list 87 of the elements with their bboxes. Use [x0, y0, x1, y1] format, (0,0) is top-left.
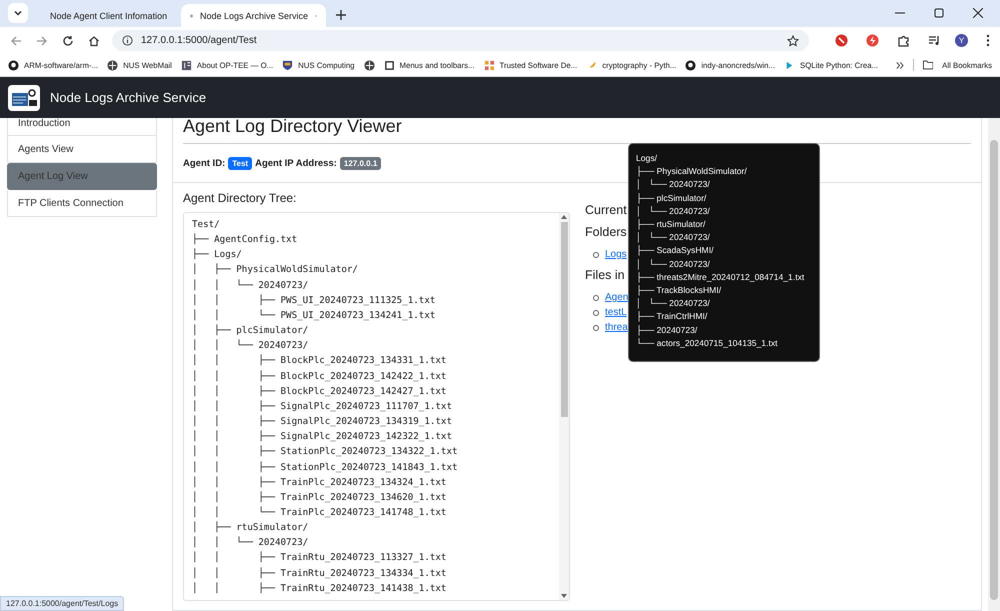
folders-heading: Folders	[585, 225, 627, 239]
shield-icon[interactable]	[282, 60, 294, 70]
home-icon[interactable]	[88, 34, 100, 46]
tooltip-line: ├── ScadaSysHMI/	[636, 244, 714, 258]
folder-icon[interactable]	[922, 60, 934, 70]
tree-heading: Agent Directory Tree:	[183, 191, 298, 205]
tree-line: │ │ ├── TrainRtu_20240723_141438_1.txt	[192, 581, 448, 596]
tree-line: │ │ ├── StationPlc_20240723_134322_1.txt	[192, 444, 459, 460]
media-icon[interactable]	[928, 34, 941, 47]
sidebar-item[interactable]: FTP Clients Connection	[7, 190, 157, 217]
tooltip-line: ├── rtuSimulator/	[636, 218, 706, 232]
maximize-icon[interactable]	[934, 8, 944, 18]
tree-line: │ │ ├── TrainPlc_20240723_134620_1.txt	[192, 490, 448, 505]
tree-line: │ │ ├── TrainRtu_20240723_113327_1.txt	[192, 550, 448, 566]
caret-icon	[13, 8, 23, 18]
extension-icon[interactable]	[866, 34, 879, 47]
tree-line: ├── Logs/	[192, 247, 243, 262]
logo-icon[interactable]	[8, 84, 40, 110]
brand-title[interactable]: Node Logs Archive Service	[50, 90, 206, 105]
forward-icon[interactable]	[36, 34, 48, 46]
tooltip-line: └── actors_20240715_104135_1.txt	[636, 336, 778, 350]
globe-icon[interactable]	[107, 60, 118, 70]
tree-line: │ │ ├── SignalPlc_20240723_111707_1.txt	[192, 399, 453, 414]
tree-line: │ │ ├── BlockPlc_20240723_142422_1.txt	[192, 369, 448, 384]
agent-id-badge: Test	[228, 156, 252, 170]
tree-line: │ │ ├── TrainRtu_20240723_134334_1.txt	[192, 566, 448, 581]
tree-line: Test/	[192, 218, 221, 232]
tooltip-line: │ └── 20240723/	[636, 258, 710, 271]
tooltip-line: │ └── 20240723/	[636, 231, 710, 244]
tree-line: │ │ ├── PWS_UI_20240723_111325_1.txt	[192, 293, 436, 308]
status-url: 127.0.0.1:5000/agent/Test/Logs	[0, 596, 124, 611]
new-tab-icon[interactable]	[336, 10, 346, 20]
tooltip-line: ├── TrackBlocksHMI/	[636, 284, 722, 298]
agent-id-label: Agent ID:	[183, 158, 226, 168]
tree-line: ├── AgentConfig.txt	[192, 232, 298, 248]
back-icon[interactable]	[10, 34, 22, 46]
tree-line: │ │ └── PWS_UI_20240723_134241_1.txt	[192, 308, 436, 323]
extension-icon[interactable]	[835, 34, 848, 47]
tree-line: │ │ └── 20240723/	[192, 278, 310, 293]
scroll-down-icon[interactable]	[561, 594, 567, 598]
tree-line: │ ├── plcSimulator/	[192, 323, 310, 338]
book-icon[interactable]	[180, 60, 192, 70]
tooltip-line: ├── 20240723/	[636, 324, 698, 337]
page-title: Agent Log Directory Viewer	[183, 118, 403, 138]
tree-line: │ │ ├── SignalPlc_20240723_142322_1.txt	[192, 429, 453, 444]
scroll-up-icon[interactable]	[561, 215, 567, 219]
tree-line: │ │ ├── BlockPlc_20240723_134331_1.txt	[192, 353, 448, 368]
globe-icon[interactable]	[364, 60, 375, 70]
tooltip-line: ├── threats2Mitre_20240712_084714_1.txt	[636, 270, 804, 284]
tree-line: │ │ ├── TrainPlc_20240723_134324_1.txt	[192, 475, 448, 490]
file-link[interactable]: threa	[605, 322, 628, 333]
square-icon[interactable]	[384, 60, 395, 70]
close-icon[interactable]	[973, 8, 983, 18]
tree-line: │ │ ├── BlockPlc_20240723_142427_1.txt	[192, 384, 448, 399]
chevron-icon[interactable]	[896, 60, 904, 70]
tree-line: │ │ └── TrainPlc_20240723_141748_1.txt	[192, 505, 448, 520]
sidebar-item[interactable]: Introduction	[7, 118, 157, 136]
tooltip-line: │ └── 20240723/	[636, 178, 710, 192]
puzzle-icon[interactable]	[897, 34, 910, 47]
file-link[interactable]: Agen	[605, 292, 628, 303]
tree-line: │ ├── PhysicalWoldSimulator/	[192, 262, 359, 278]
tooltip-line: ├── PhysicalWoldSimulator/	[636, 165, 747, 178]
tooltip-line: Logs/	[636, 152, 658, 165]
tooltip-line: ├── plcSimulator/	[636, 192, 706, 205]
tree-line: │ │ ├── SignalPlc_20240723_134319_1.txt	[192, 414, 453, 430]
tree-line: │ │ └── 20240723/	[192, 535, 310, 550]
browser-tab[interactable]: Node Logs Archive Service	[181, 4, 326, 27]
grid-icon[interactable]	[484, 60, 494, 70]
more-icon[interactable]	[986, 34, 990, 47]
address-bar[interactable]: 127.0.0.1:5000/agent/Test	[112, 30, 809, 51]
tooltip-line: ├── TrainCtrlHMI/	[636, 310, 708, 324]
tooltip-line: │ └── 20240723/	[636, 297, 710, 310]
tooltip-line: │ └── 20240723/	[636, 204, 710, 218]
current-directory-label: Current	[585, 203, 627, 217]
reload-icon[interactable]	[62, 34, 74, 46]
tree-line: │ ├── rtuSimulator/	[192, 520, 310, 536]
folder-link[interactable]: Logs	[605, 249, 627, 260]
agent-ip-badge: 127.0.0.1	[340, 156, 382, 170]
profile-avatar[interactable]: Y	[955, 34, 968, 47]
files-heading: Files in	[585, 268, 625, 282]
tree-line: │ │ ├── StationPlc_20240723_141843_1.txt	[192, 460, 459, 474]
agent-ip-label: Agent IP Address:	[255, 158, 337, 168]
tree-line: │ │ └── 20240723/	[192, 338, 310, 354]
file-link[interactable]: testL	[605, 307, 627, 318]
browser-tab[interactable]: Node Agent Client Infomation	[34, 4, 179, 27]
tab-search-button[interactable]	[8, 3, 28, 23]
sidebar-item[interactable]: Agents View	[7, 136, 157, 163]
